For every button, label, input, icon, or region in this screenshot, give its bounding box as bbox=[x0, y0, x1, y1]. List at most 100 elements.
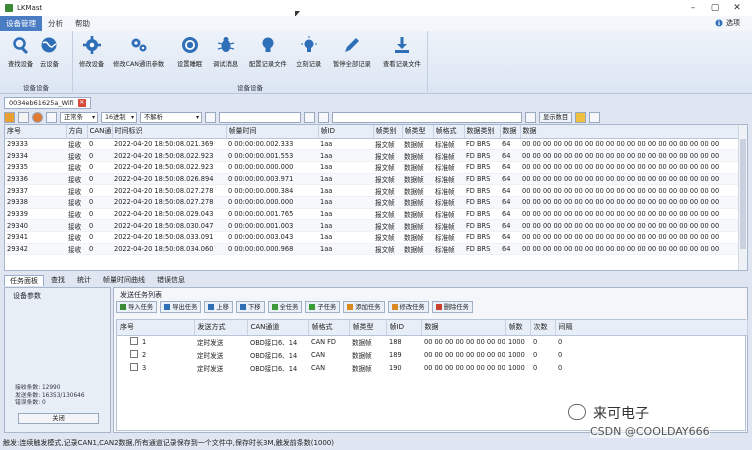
tab-errors[interactable]: 错误信息 bbox=[152, 275, 190, 286]
table-row[interactable]: 29342 接收 0 2022-04-20 18:50:08.034.060 0 00:… bbox=[5, 243, 739, 256]
minimize-button[interactable]: – bbox=[682, 0, 704, 16]
task-checkbox[interactable] bbox=[130, 350, 138, 358]
col-header[interactable]: 帧量时间 bbox=[226, 125, 319, 139]
sub-task-button[interactable]: 子任务 bbox=[305, 301, 341, 313]
col-header[interactable]: 帧类型 bbox=[349, 320, 387, 336]
folder-icon[interactable] bbox=[575, 111, 587, 123]
grid-scrollbar[interactable] bbox=[738, 125, 747, 270]
table-row[interactable]: 29337 接收 0 2022-04-20 18:50:08.027.278 0 00:… bbox=[5, 184, 739, 197]
table-row[interactable]: 29339 接收 0 2022-04-20 18:50:08.029.043 0 00:… bbox=[5, 208, 739, 221]
debug-message-button[interactable]: 调试消息 bbox=[213, 36, 238, 68]
import-task-button[interactable]: 导入任务 bbox=[116, 301, 158, 313]
col-header[interactable]: 方向 bbox=[66, 125, 88, 139]
col-header[interactable]: 序号 bbox=[5, 125, 67, 139]
tab-stats[interactable]: 统计 bbox=[72, 275, 96, 286]
view-record-button[interactable]: 查看记录文件 bbox=[383, 36, 421, 68]
table-row[interactable]: 29340 接收 0 2022-04-20 18:50:08.030.047 0 00:… bbox=[5, 219, 739, 232]
info-icon bbox=[715, 19, 723, 27]
col-header[interactable]: 帧格式 bbox=[433, 125, 465, 139]
table-row[interactable]: 29335 接收 0 2022-04-20 18:50:08.022.923 0 00:… bbox=[5, 161, 739, 174]
task-checkbox[interactable] bbox=[130, 363, 138, 371]
col-header[interactable]: 间隔 bbox=[555, 320, 748, 336]
col-header[interactable]: 帧ID bbox=[386, 320, 422, 336]
can-params-button[interactable]: 修改CAN通讯参数 bbox=[113, 36, 164, 68]
col-header[interactable]: CAN通 bbox=[87, 125, 113, 139]
col-header[interactable]: 序号 bbox=[117, 320, 195, 336]
table-cell: 0 bbox=[87, 231, 112, 244]
close-icon[interactable]: ✕ bbox=[77, 99, 86, 107]
frame-grid[interactable]: 序号 方向 CAN通 时间标识 帧量时间 帧ID 帧类别 帧类型 帧格式 数据类… bbox=[4, 124, 748, 271]
save-icon[interactable] bbox=[589, 111, 601, 123]
close-button[interactable]: 关闭 bbox=[18, 413, 99, 424]
add-task-button[interactable]: 添加任务 bbox=[343, 301, 385, 313]
pause-all-button[interactable]: 暂停全部记录 bbox=[333, 36, 371, 68]
col-header[interactable]: 数据 bbox=[520, 125, 740, 139]
settings-icon[interactable] bbox=[318, 111, 329, 123]
col-header[interactable]: 帧格式 bbox=[308, 320, 350, 336]
device-doc-tab[interactable]: 0034eb61625a_Wifi ✕ bbox=[4, 97, 91, 109]
cloud-device-button[interactable]: 云设备 bbox=[40, 36, 59, 68]
search-clear-icon[interactable] bbox=[525, 111, 536, 123]
table-cell: 64 bbox=[500, 243, 520, 256]
menu-tab-help[interactable]: 帮助 bbox=[69, 16, 96, 31]
table-cell: 标准帧 bbox=[433, 138, 464, 151]
mode-select[interactable]: 正常条 bbox=[60, 111, 98, 123]
close-window-button[interactable]: ✕ bbox=[726, 0, 748, 16]
tab-time-curve[interactable]: 帧量时间曲线 bbox=[98, 275, 150, 286]
col-header[interactable]: 帧数 bbox=[505, 320, 531, 336]
move-down-button[interactable]: 下移 bbox=[235, 301, 265, 313]
find-device-button[interactable]: 查找设备 bbox=[8, 36, 33, 68]
radix-select[interactable]: 16进制 bbox=[101, 111, 137, 123]
col-header[interactable]: 数据 bbox=[421, 320, 506, 336]
modify-device-button[interactable]: 修改设备 bbox=[79, 36, 104, 68]
table-row[interactable]: 29333 接收 0 2022-04-20 18:50:08.021.369 0 00:… bbox=[5, 138, 739, 151]
record-icon[interactable] bbox=[32, 111, 43, 123]
display-count-button[interactable]: 显示数目 bbox=[539, 111, 573, 123]
col-header[interactable]: 发送方式 bbox=[194, 320, 248, 336]
task-row[interactable]: 3 定时发送 OBD接口6、14 CAN 数据帧 190 00 00 00 00 00 00… bbox=[117, 361, 747, 374]
maximize-button[interactable]: ▢ bbox=[704, 0, 726, 16]
table-cell: 2022-04-20 18:50:08.026.894 bbox=[112, 173, 226, 186]
refresh-icon[interactable] bbox=[304, 111, 315, 123]
options-menu[interactable]: 选项 bbox=[715, 18, 740, 28]
play-icon[interactable] bbox=[4, 111, 15, 123]
menu-tab-device[interactable]: 设备管理 bbox=[0, 16, 42, 31]
col-header[interactable]: 数据类别 bbox=[464, 125, 501, 139]
col-header[interactable]: 数据 bbox=[500, 125, 521, 139]
table-row[interactable]: 29341 接收 0 2022-04-20 18:50:08.033.091 0 00:… bbox=[5, 231, 739, 244]
config-record-button[interactable]: 配置记录文件 bbox=[249, 36, 287, 68]
button-label: 添加任务 bbox=[355, 303, 381, 311]
filter-select[interactable]: 不解析 bbox=[140, 111, 202, 123]
tab-find[interactable]: 查找 bbox=[46, 275, 70, 286]
col-header[interactable]: 帧类别 bbox=[373, 125, 403, 139]
col-header[interactable]: 次数 bbox=[530, 320, 556, 336]
scroll-thumb[interactable] bbox=[740, 139, 746, 249]
table-cell: 29337 bbox=[5, 184, 66, 197]
task-row[interactable]: 2 定时发送 OBD接口6、14 CAN 数据帧 189 00 00 00 00 00 00… bbox=[117, 348, 747, 361]
task-row[interactable]: 1 定时发送 OBD接口6、14 CAN FD 数据帧 188 00 00 00 00 00… bbox=[117, 335, 747, 348]
delete-task-button[interactable]: 删除任务 bbox=[431, 301, 473, 313]
filter-icon[interactable] bbox=[205, 111, 216, 123]
record-now-button[interactable]: 立刻记录 bbox=[296, 36, 321, 68]
filter-input[interactable] bbox=[219, 111, 301, 123]
edit-task-button[interactable]: 修改任务 bbox=[387, 301, 429, 313]
table-row[interactable]: 29334 接收 0 2022-04-20 18:50:08.022.923 0 00:… bbox=[5, 149, 739, 162]
export-task-button[interactable]: 导出任务 bbox=[160, 301, 202, 313]
tab-task-panel[interactable]: 任务面板 bbox=[4, 275, 44, 286]
col-header[interactable]: 帧ID bbox=[318, 125, 374, 139]
table-row[interactable]: 29338 接收 0 2022-04-20 18:50:08.027.278 0 00:… bbox=[5, 196, 739, 209]
sleep-setting-button[interactable]: 设置睡眠 bbox=[177, 36, 202, 68]
col-header[interactable]: 帧类型 bbox=[402, 125, 434, 139]
task-cell: 00 00 00 00 00 00 00 00 ... bbox=[424, 363, 505, 372]
col-header[interactable]: CAN通道 bbox=[247, 320, 309, 336]
arrow-icon[interactable] bbox=[18, 111, 29, 123]
table-row[interactable]: 29336 接收 0 2022-04-20 18:50:08.026.894 0 00:… bbox=[5, 173, 739, 186]
task-table[interactable]: 序号 发送方式 CAN通道 帧格式 帧类型 帧ID 数据 帧数 次数 间隔 1 定… bbox=[116, 319, 748, 431]
clear-icon[interactable] bbox=[46, 111, 57, 123]
menu-tab-analysis[interactable]: 分析 bbox=[42, 16, 69, 31]
all-tasks-button[interactable]: 全任务 bbox=[267, 301, 303, 313]
task-checkbox[interactable] bbox=[130, 337, 138, 346]
col-header[interactable]: 时间标识 bbox=[112, 125, 227, 139]
move-up-button[interactable]: 上移 bbox=[204, 301, 233, 313]
search-input[interactable] bbox=[332, 111, 522, 123]
